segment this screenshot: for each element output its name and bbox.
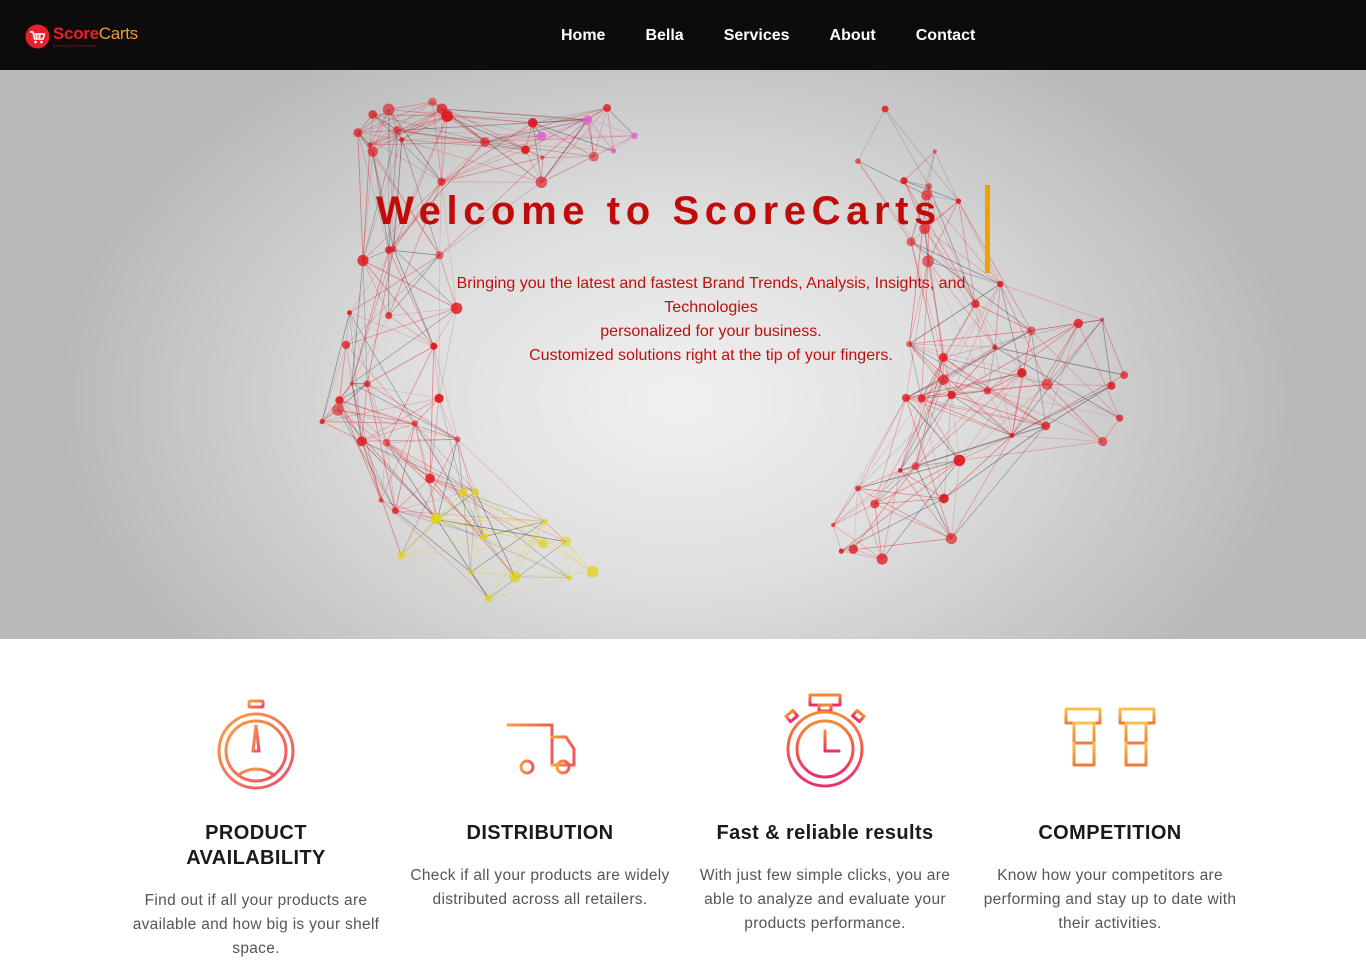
feature-description: With just few simple clicks, you are abl… xyxy=(699,867,951,932)
hero-subtitle: Bringing you the latest and fastest Bran… xyxy=(383,272,1039,368)
nav-contact[interactable]: Contact xyxy=(916,26,976,46)
feature-description: Find out if all your products are availa… xyxy=(132,892,380,957)
logo-word-carts: Carts xyxy=(98,23,138,43)
hero-line-2: Technologies xyxy=(664,299,758,316)
hero-title: Welcome to ScoreCarts xyxy=(376,189,942,233)
feature-product-availability: PRODUCT AVAILABILITY Find out if all you… xyxy=(116,639,396,973)
competitors-icon xyxy=(1064,701,1156,789)
nav-about[interactable]: About xyxy=(830,26,876,46)
nav-bella[interactable]: Bella xyxy=(645,26,683,46)
top-navbar: ScoreCarts Delivering Information Home B… xyxy=(0,0,1366,70)
feature-title: PRODUCT AVAILABILITY xyxy=(186,822,326,869)
delivery-truck-icon xyxy=(492,723,576,775)
feature-distribution: DISTRIBUTION Check if all your products … xyxy=(400,639,680,973)
cart-logo-icon xyxy=(25,24,50,48)
scorecarts-logo[interactable]: ScoreCarts Delivering Information xyxy=(25,21,138,51)
feature-title: DISTRIBUTION xyxy=(466,822,614,844)
hero-line-4: Customized solutions right at the tip of… xyxy=(529,347,893,364)
feature-description: Know how your competitors are performing… xyxy=(983,867,1237,932)
nav-home[interactable]: Home xyxy=(561,26,605,46)
nav-services[interactable]: Services xyxy=(724,26,790,46)
features-section: PRODUCT AVAILABILITY Find out if all you… xyxy=(0,639,1366,973)
stopwatch-gauge-icon xyxy=(217,699,295,790)
logo-text: ScoreCarts Delivering Information xyxy=(53,25,138,48)
hero-line-1: Bringing you the latest and fastest Bran… xyxy=(456,275,966,292)
feature-competition: COMPETITION Know how your competitors ar… xyxy=(970,639,1250,973)
hero-line-3: personalized for your business. xyxy=(600,323,822,340)
logo-word-score: Score xyxy=(53,23,99,43)
typing-cursor xyxy=(985,185,990,273)
main-navigation: Home Bella Services About Contact xyxy=(561,26,975,46)
feature-title: Fast & reliable results xyxy=(716,822,934,844)
timer-clock-icon xyxy=(784,693,866,788)
feature-fast-results: Fast & reliable results With just few si… xyxy=(685,639,965,973)
feature-description: Check if all your products are widely di… xyxy=(410,867,670,908)
feature-title: COMPETITION xyxy=(1038,822,1182,844)
logo-tagline: Delivering Information xyxy=(53,42,97,48)
hero-banner: Welcome to ScoreCarts Bringing you the l… xyxy=(0,70,1366,639)
